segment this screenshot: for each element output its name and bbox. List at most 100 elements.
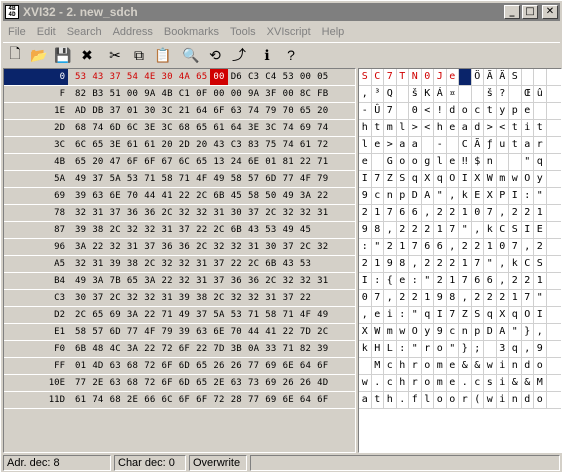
hex-byte[interactable]: C1 <box>176 86 193 102</box>
text-char-cell[interactable]: k <box>459 188 472 204</box>
text-char-cell[interactable]: < <box>422 120 434 136</box>
text-char-cell[interactable]: Û <box>372 103 384 119</box>
hex-byte[interactable]: 4D <box>314 375 331 391</box>
text-char-cell[interactable]: - <box>434 137 447 153</box>
text-char-cell[interactable]: o <box>434 341 447 357</box>
hex-byte[interactable]: 13 <box>210 154 227 170</box>
hex-byte[interactable]: 32 <box>176 273 193 289</box>
text-char-cell[interactable]: e <box>447 358 459 374</box>
text-char-cell[interactable]: 0 <box>359 290 372 306</box>
hex-byte[interactable]: 00 <box>210 69 228 85</box>
text-char-cell[interactable]: { <box>384 273 397 289</box>
text-char-cell[interactable]: 7 <box>484 205 497 221</box>
text-char-cell[interactable]: 2 <box>434 256 447 272</box>
text-char-cell[interactable]: y <box>534 171 547 187</box>
hex-byte[interactable]: 53 <box>228 307 245 323</box>
text-row[interactable]: w. c h r o m e. c s i & & M <box>359 375 561 392</box>
text-char-cell[interactable]: D <box>409 188 422 204</box>
text-char-cell[interactable] <box>472 86 484 102</box>
hex-byte[interactable]: 38 <box>193 290 210 306</box>
text-char-cell[interactable]: m <box>434 358 447 374</box>
text-row[interactable]: h t m l > < h e a d > < t i t <box>359 120 561 137</box>
hex-byte[interactable]: 3A <box>124 341 141 357</box>
text-row[interactable]: , e i: " q I 7 Z Sq Xq O I <box>359 307 561 324</box>
hex-byte[interactable]: 74 <box>89 392 106 408</box>
hex-byte[interactable]: 32 <box>72 205 89 221</box>
hex-byte[interactable]: 00 <box>124 86 141 102</box>
hex-byte[interactable]: 6E <box>107 188 124 204</box>
text-char-cell[interactable]: r <box>409 375 422 391</box>
hex-byte[interactable]: 31 <box>245 239 262 255</box>
hex-byte[interactable]: 39 <box>176 324 193 340</box>
hex-byte[interactable]: 8C <box>297 86 314 102</box>
hex-byte[interactable]: 54 <box>124 69 141 85</box>
hex-byte[interactable]: 63 <box>228 375 245 391</box>
text-char-cell[interactable]: " <box>459 222 472 238</box>
text-char-cell[interactable]: 7 <box>372 171 384 187</box>
hex-byte[interactable]: 64 <box>228 120 245 136</box>
text-char-cell[interactable]: I <box>359 171 372 187</box>
text-char-cell[interactable]: 2 <box>484 290 497 306</box>
text-char-cell[interactable]: o <box>434 392 447 408</box>
hex-byte[interactable]: 36 <box>228 273 245 289</box>
hex-byte[interactable]: 00 <box>297 69 314 85</box>
hex-byte[interactable]: 63 <box>193 324 210 340</box>
hex-byte[interactable]: 31 <box>124 239 141 255</box>
hex-byte[interactable]: 43 <box>210 137 227 153</box>
text-char-cell[interactable] <box>459 86 472 102</box>
hex-byte[interactable]: 6E <box>245 154 262 170</box>
text-char-cell[interactable]: 2 <box>522 205 534 221</box>
hex-byte[interactable]: 20 <box>158 137 175 153</box>
text-char-cell[interactable]: Ã <box>484 69 497 85</box>
text-char-cell[interactable]: h <box>397 358 409 374</box>
text-char-cell[interactable]: c <box>447 324 459 340</box>
text-char-cell[interactable]: " <box>522 154 534 170</box>
text-char-cell[interactable]: k <box>484 222 497 238</box>
text-char-cell[interactable]: e <box>397 273 409 289</box>
text-char-cell[interactable]: i <box>497 375 509 391</box>
hex-byte[interactable]: 73 <box>245 375 262 391</box>
hex-byte[interactable]: 37 <box>89 171 106 187</box>
hex-byte[interactable]: 81 <box>280 154 297 170</box>
text-char-cell[interactable]: Œ <box>522 86 534 102</box>
text-char-cell[interactable]: e <box>522 103 534 119</box>
text-char-cell[interactable]: n <box>384 188 397 204</box>
hex-byte[interactable]: 49 <box>210 171 227 187</box>
text-char-cell[interactable]: , <box>534 324 547 340</box>
hex-byte[interactable]: 4F <box>193 171 210 187</box>
text-char-cell[interactable]: h <box>397 375 409 391</box>
hex-byte[interactable]: 74 <box>314 120 331 136</box>
text-char-cell[interactable]: " <box>509 324 522 340</box>
text-char-cell[interactable]: k <box>509 256 522 272</box>
hex-byte[interactable]: 00 <box>228 86 245 102</box>
hex-byte[interactable]: 32 <box>124 222 141 238</box>
text-char-cell[interactable]: i <box>497 358 509 374</box>
text-row[interactable]: k H L: " r o "}; 3 q, 9 <box>359 341 561 358</box>
text-char-cell[interactable]: , <box>459 290 472 306</box>
hex-byte[interactable]: 7D <box>210 341 227 357</box>
text-char-cell[interactable] <box>359 358 372 374</box>
hex-byte[interactable]: 65 <box>72 154 89 170</box>
hex-byte[interactable]: 6D <box>176 375 193 391</box>
hex-byte[interactable]: 58 <box>245 188 262 204</box>
hex-byte[interactable]: 31 <box>193 256 210 272</box>
text-char-cell[interactable]: 7 <box>372 290 384 306</box>
text-char-cell[interactable]: y <box>422 324 434 340</box>
hex-byte[interactable]: 2C <box>314 324 331 340</box>
hex-byte[interactable]: 32 <box>72 256 89 272</box>
hex-row[interactable]: 58 57 6D 77 4F 79 39 63 6E 70 44 41 22 7D 2C <box>68 324 355 341</box>
hex-byte[interactable]: 32 <box>210 239 227 255</box>
hex-byte[interactable]: 72 <box>158 341 175 357</box>
hex-byte[interactable]: 65 <box>89 307 106 323</box>
hex-byte[interactable]: 4F <box>297 171 314 187</box>
text-char-cell[interactable]: c <box>472 103 484 119</box>
hex-byte[interactable]: 37 <box>107 69 124 85</box>
hex-byte[interactable]: 68 <box>176 120 193 136</box>
hex-byte[interactable]: 39 <box>314 341 331 357</box>
text-char-cell[interactable]: l <box>434 154 447 170</box>
text-char-cell[interactable]: 7 <box>384 205 397 221</box>
hex-byte[interactable]: 22 <box>141 307 158 323</box>
text-char-cell[interactable]: 2 <box>459 239 472 255</box>
text-char-cell[interactable]: q <box>422 307 434 323</box>
hex-byte[interactable]: 4E <box>141 69 158 85</box>
